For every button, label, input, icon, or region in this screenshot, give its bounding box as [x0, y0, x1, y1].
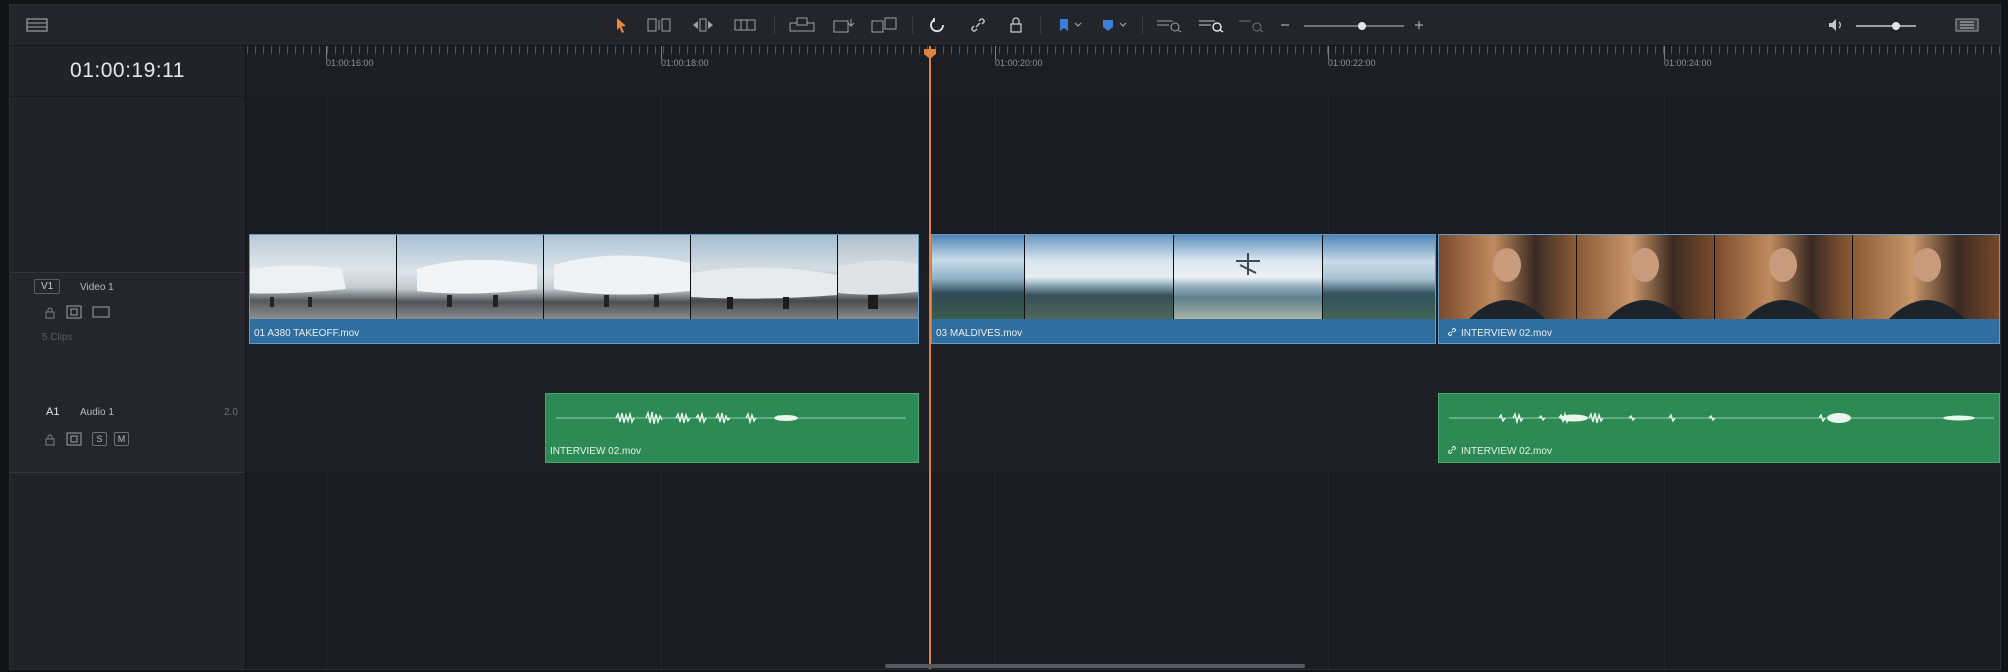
- track-header-panel: 01:00:19:11 V1 Video 1 5 Clips A1 Audio …: [10, 46, 246, 669]
- edit-timeline-window: 01:00:19:11 V1 Video 1 5 Clips A1 Audio …: [9, 4, 2001, 670]
- custom-zoom-icon[interactable]: [1236, 15, 1266, 35]
- insert-clip-icon[interactable]: [788, 15, 816, 35]
- zoom-slider-knob[interactable]: [1358, 22, 1366, 30]
- blade-icon[interactable]: [732, 15, 758, 35]
- video-clip-interview-02[interactable]: INTERVIEW 02.mov: [1438, 234, 2000, 344]
- audio-clip-interview-02-linked[interactable]: INTERVIEW 02.mov: [1438, 393, 2000, 463]
- clip-thumbnail: [1174, 235, 1323, 319]
- dynamic-trim-icon[interactable]: [690, 15, 716, 35]
- clip-thumbnail: [397, 235, 544, 319]
- ruler-label: 01:00:16:00: [326, 58, 374, 68]
- audio-waveform: [556, 410, 906, 425]
- replace-clip-icon[interactable]: [870, 15, 898, 35]
- toolbar-divider: [774, 16, 775, 34]
- auto-select-icon[interactable]: [66, 432, 82, 446]
- layout-icon[interactable]: [24, 15, 50, 35]
- clip-thumbnail: [1853, 235, 1999, 319]
- clip-thumbnail: [1025, 235, 1174, 319]
- track-name-audio[interactable]: Audio 1: [80, 407, 114, 418]
- ruler-label: 01:00:24:00: [1664, 58, 1712, 68]
- clip-thumbnail: [691, 235, 838, 319]
- audio-channel-format: 2.0: [224, 407, 238, 418]
- zoom-in-icon[interactable]: [1412, 15, 1426, 35]
- snapping-icon[interactable]: [928, 15, 948, 35]
- audio-waveform: [1449, 411, 1994, 425]
- toolbar-divider: [1142, 16, 1143, 34]
- overwrite-clip-icon[interactable]: [830, 15, 858, 35]
- clip-thumbnails: [932, 235, 1435, 319]
- track-lock-icon[interactable]: [44, 306, 56, 320]
- audio-clip-interview-02[interactable]: INTERVIEW 02.mov: [545, 393, 919, 463]
- track-lock-icon[interactable]: [44, 433, 56, 447]
- meter-icon[interactable]: [1954, 15, 1980, 35]
- clip-thumbnails: [1439, 235, 1999, 319]
- playhead-line[interactable]: [929, 46, 931, 669]
- video-track-header[interactable]: V1 Video 1 5 Clips: [10, 272, 245, 399]
- clip-thumbnail: [1577, 235, 1715, 319]
- trim-edit-icon[interactable]: [646, 15, 672, 35]
- ruler-label: 01:00:18:00: [661, 58, 709, 68]
- clip-label: INTERVIEW 02.mov: [1447, 445, 1552, 457]
- clip-label-text: INTERVIEW 02.mov: [1461, 446, 1552, 457]
- speaker-icon[interactable]: [1826, 15, 1846, 35]
- marker-icon[interactable]: [1098, 15, 1132, 35]
- clip-label: INTERVIEW 02.mov: [550, 446, 641, 457]
- zoom-to-fit-icon[interactable]: [1154, 15, 1184, 35]
- ruler-ticks: [247, 46, 2000, 54]
- clip-thumbnail: [544, 235, 691, 319]
- ruler-label: 01:00:22:00: [1328, 58, 1376, 68]
- mute-button[interactable]: M: [114, 432, 129, 446]
- clip-label: 01 A380 TAKEOFF.mov: [254, 328, 360, 339]
- auto-select-icon[interactable]: [66, 305, 82, 319]
- video-clip-a380-takeoff[interactable]: 01 A380 TAKEOFF.mov: [249, 234, 919, 344]
- playhead-handle[interactable]: [924, 49, 936, 59]
- video-clip-maldives[interactable]: 03 MALDIVES.mov: [931, 234, 1436, 344]
- track-destination-v1[interactable]: V1: [34, 279, 61, 294]
- zoom-detail-icon[interactable]: [1196, 15, 1226, 35]
- linked-selection-icon[interactable]: [968, 15, 988, 35]
- position-lock-icon[interactable]: [1006, 15, 1026, 35]
- clip-label-text: INTERVIEW 02.mov: [1461, 328, 1552, 339]
- clip-thumbnail: [1323, 235, 1435, 319]
- horizontal-scrollbar[interactable]: [885, 664, 1305, 668]
- clip-label: 03 MALDIVES.mov: [936, 328, 1023, 339]
- link-icon: [1448, 328, 1456, 336]
- ruler-label: 01:00:20:00: [995, 58, 1043, 68]
- track-name-video[interactable]: Video 1: [80, 282, 114, 293]
- zoom-slider-track[interactable]: [1304, 25, 1404, 27]
- timeline-area[interactable]: 01:00:16:00 01:00:18:00 01:00:20:00 01:0…: [247, 46, 2000, 669]
- selection-arrow-icon[interactable]: [611, 15, 631, 35]
- volume-slider-track[interactable]: [1856, 25, 1916, 27]
- clip-count: 5 Clips: [42, 332, 73, 343]
- timecode-display[interactable]: 01:00:19:11: [10, 46, 245, 97]
- solo-button[interactable]: S: [92, 432, 107, 446]
- clip-thumbnail: [1439, 235, 1577, 319]
- volume-slider-knob[interactable]: [1892, 22, 1900, 30]
- clip-thumbnails: [250, 235, 918, 319]
- clip-thumbnail: [838, 235, 918, 319]
- clip-thumbnail: [1715, 235, 1853, 319]
- timecode-ruler[interactable]: 01:00:16:00 01:00:18:00 01:00:20:00 01:0…: [247, 46, 2000, 96]
- clip-thumbnail: [932, 235, 1025, 319]
- toolbar-divider: [1040, 16, 1041, 34]
- timeline-toolbar: [10, 5, 2000, 46]
- audio-track-header[interactable]: A1 Audio 1 2.0 S M: [10, 398, 245, 473]
- toolbar-divider: [912, 16, 913, 34]
- track-destination-a1[interactable]: A1: [46, 406, 59, 418]
- clip-label: INTERVIEW 02.mov: [1447, 327, 1552, 339]
- zoom-out-icon[interactable]: [1278, 15, 1292, 35]
- disable-video-track-icon[interactable]: [92, 305, 110, 319]
- clip-thumbnail: [250, 235, 397, 319]
- flag-icon[interactable]: [1054, 15, 1086, 35]
- link-icon: [1448, 446, 1456, 454]
